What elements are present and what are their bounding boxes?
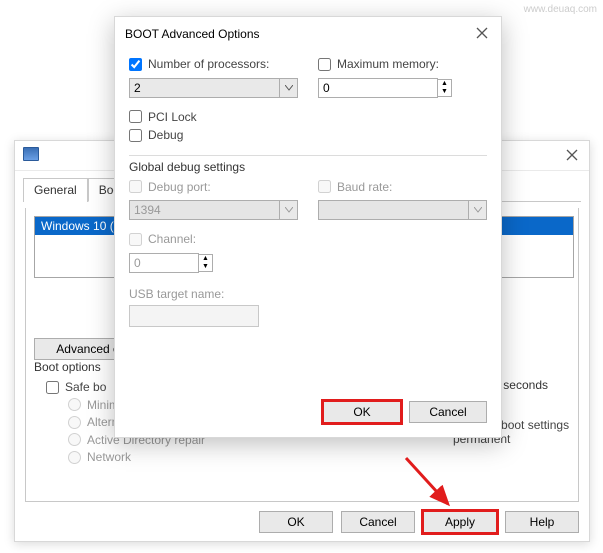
watermark: www.deuaq.com (524, 4, 597, 15)
app-icon (23, 147, 39, 161)
pci-lock-checkbox[interactable]: PCI Lock (129, 110, 197, 124)
dialog-title: BOOT Advanced Options (125, 27, 260, 41)
radio-minimal: Minim (68, 398, 119, 412)
usb-target-input (129, 305, 259, 327)
num-processors-checkbox[interactable]: Number of processors: (129, 57, 269, 71)
debug-port-select: 1394 (129, 200, 298, 220)
timeout-unit: seconds (503, 378, 548, 392)
safe-boot-checkbox[interactable]: Safe bo (46, 380, 106, 394)
boot-options-label: Boot options (34, 360, 101, 374)
debug-port-checkbox: Debug port: (129, 180, 211, 194)
cancel-button[interactable]: Cancel (341, 511, 415, 533)
debug-checkbox[interactable]: Debug (129, 128, 183, 142)
ok-button[interactable]: OK (259, 511, 333, 533)
baud-rate-checkbox: Baud rate: (318, 180, 392, 194)
max-memory-spinner[interactable]: ▲▼ (318, 78, 487, 98)
max-memory-input[interactable] (318, 78, 438, 98)
num-processors-select[interactable]: 2 (129, 78, 298, 98)
help-button[interactable]: Help (505, 511, 579, 533)
titlebar-front[interactable]: BOOT Advanced Options (115, 17, 501, 47)
channel-input (129, 253, 199, 273)
max-memory-checkbox[interactable]: Maximum memory: (318, 57, 439, 71)
apply-button[interactable]: Apply (423, 511, 497, 533)
chevron-down-icon (280, 200, 298, 220)
channel-spinner: ▲▼ (129, 253, 289, 273)
usb-target-label: USB target name: (129, 287, 487, 301)
close-icon[interactable] (473, 27, 491, 41)
chevron-down-icon[interactable] (280, 78, 298, 98)
radio-network: Network (68, 450, 131, 464)
group-global-debug: Global debug settings (129, 160, 487, 174)
baud-rate-select (318, 200, 487, 220)
chevron-down-icon (469, 200, 487, 220)
tab-general[interactable]: General (23, 178, 88, 202)
channel-checkbox: Channel: (129, 232, 196, 246)
cancel-button[interactable]: Cancel (409, 401, 487, 423)
ok-button[interactable]: OK (323, 401, 401, 423)
safe-boot-label: Safe bo (65, 380, 106, 394)
close-icon[interactable] (563, 149, 581, 163)
dialog-boot-advanced-options: BOOT Advanced Options Number of processo… (114, 16, 502, 438)
